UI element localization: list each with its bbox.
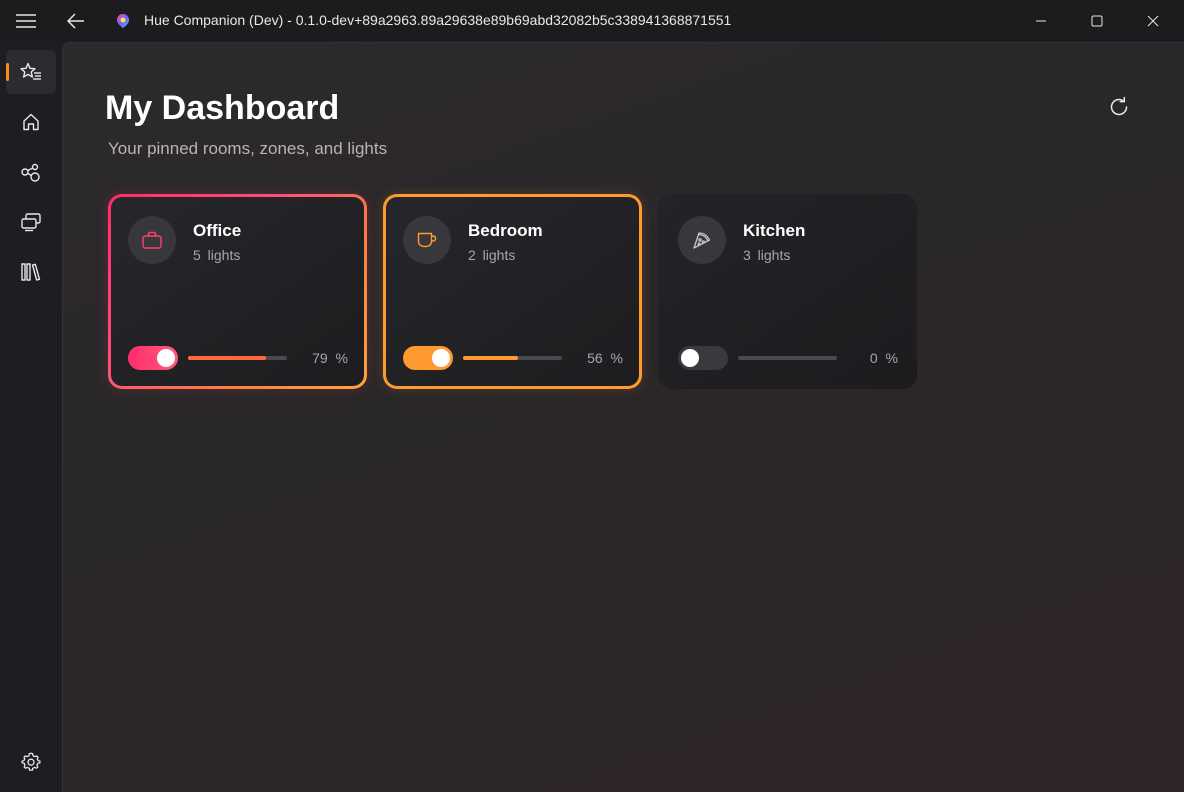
minimize-icon	[1036, 20, 1046, 22]
maximize-icon	[1091, 15, 1103, 27]
room-power-toggle[interactable]	[403, 346, 453, 370]
room-light-count: 5 lights	[193, 247, 241, 263]
hamburger-menu-button[interactable]	[4, 0, 48, 42]
hue-logo-icon	[117, 14, 129, 28]
brightness-percent: 0 %	[869, 350, 898, 366]
app-logo	[112, 0, 134, 42]
library-icon	[21, 263, 41, 281]
zones-icon	[21, 163, 40, 182]
room-card-kitchen[interactable]: Kitchen 3 lights 0 %	[658, 194, 917, 389]
side-navigation	[0, 42, 62, 792]
brightness-slider[interactable]	[738, 356, 837, 360]
room-light-count: 2 lights	[468, 247, 516, 263]
gear-icon	[21, 752, 41, 771]
toggle-knob	[432, 349, 450, 367]
hamburger-icon	[16, 14, 36, 28]
back-button[interactable]	[54, 0, 98, 42]
main-content: My Dashboard Your pinned rooms, zones, a…	[62, 42, 1184, 792]
nav-item-favorites[interactable]	[6, 50, 56, 94]
brightness-slider[interactable]	[188, 356, 287, 360]
page-subtitle: Your pinned rooms, zones, and lights	[108, 139, 388, 158]
devices-icon	[21, 213, 41, 232]
toggle-knob	[157, 349, 175, 367]
window-title: Hue Companion (Dev) - 0.1.0-dev+89a2963.…	[144, 12, 732, 28]
nav-item-library[interactable]	[6, 250, 56, 294]
back-arrow-icon	[67, 13, 84, 29]
brightness-percent: 79 %	[312, 350, 348, 366]
brightness-fill	[463, 356, 519, 360]
card-body: Office 5 lights 79 %	[111, 197, 364, 386]
briefcase-icon	[142, 231, 162, 249]
room-power-toggle[interactable]	[128, 346, 178, 370]
toggle-knob	[681, 349, 699, 367]
room-name: Office	[193, 221, 242, 240]
brightness-percent: 56 %	[587, 350, 623, 366]
nav-item-home[interactable]	[6, 100, 56, 144]
nav-item-settings[interactable]	[6, 740, 56, 784]
nav-item-devices[interactable]	[6, 200, 56, 244]
room-icon-badge	[678, 216, 726, 264]
minimize-button[interactable]	[1018, 0, 1064, 42]
selection-indicator	[6, 63, 9, 81]
room-name: Kitchen	[743, 221, 806, 240]
nav-item-zones[interactable]	[6, 150, 56, 194]
room-card-office[interactable]: Office 5 lights 79 %	[108, 194, 367, 389]
room-icon-badge	[128, 216, 176, 264]
close-icon	[1147, 15, 1159, 27]
home-icon	[23, 113, 39, 131]
maximize-button[interactable]	[1074, 0, 1120, 42]
favorites-icon	[20, 62, 41, 80]
close-button[interactable]	[1130, 0, 1176, 42]
card-body: Bedroom 2 lights 56 %	[386, 197, 639, 386]
card-body: Kitchen 3 lights 0 %	[658, 194, 917, 389]
refresh-icon	[1110, 96, 1128, 116]
brightness-fill	[188, 356, 267, 360]
room-icon-badge	[403, 216, 451, 264]
refresh-button[interactable]	[1101, 89, 1137, 125]
title-bar: Hue Companion (Dev) - 0.1.0-dev+89a2963.…	[0, 0, 1184, 42]
cup-icon	[417, 232, 437, 248]
page-title: My Dashboard	[105, 89, 340, 127]
room-light-count: 3 lights	[743, 247, 791, 263]
room-name: Bedroom	[468, 221, 543, 240]
room-power-toggle[interactable]	[678, 346, 728, 370]
room-card-bedroom[interactable]: Bedroom 2 lights 56 %	[383, 194, 642, 389]
pizza-icon	[693, 232, 711, 249]
brightness-slider[interactable]	[463, 356, 562, 360]
